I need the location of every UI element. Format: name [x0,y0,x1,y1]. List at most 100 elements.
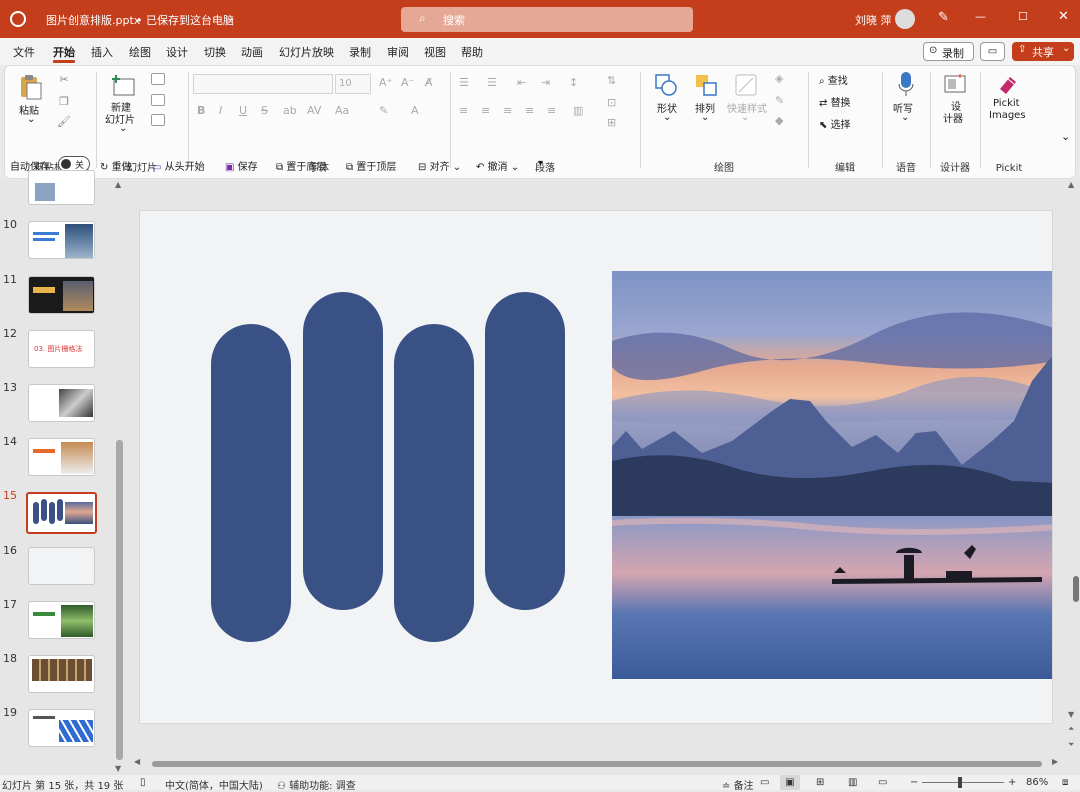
record-button[interactable]: ⊙ 录制 [923,42,974,61]
tab-draw[interactable]: 绘图 [129,44,151,60]
slide-thumb-17[interactable] [28,601,95,639]
slide-pill-shape[interactable] [485,292,565,610]
panel-scrollbar-thumb[interactable] [116,440,123,760]
copy-icon[interactable]: ❐ [57,94,71,108]
bullets-icon[interactable]: ☰ [459,76,469,89]
shapes-icon[interactable] [653,72,679,98]
align-right-icon[interactable]: ≡ [503,104,512,117]
decrease-indent-icon[interactable]: ⇤ [517,76,526,89]
send-to-back-button[interactable]: ⧉ 置于底层 [276,158,326,173]
align-center-icon[interactable]: ≡ [481,104,490,117]
tab-help[interactable]: 帮助 [461,44,483,60]
fit-to-window-icon[interactable]: ⧈ [1062,777,1068,788]
scroll-up-icon[interactable]: ▲ [115,180,121,189]
align-left-icon[interactable]: ≡ [459,104,468,117]
reading-view-icon[interactable]: ▥ [848,777,857,788]
close-icon[interactable]: ✕ [1058,9,1069,24]
chevron-down-icon[interactable]: ⌄ [119,123,127,134]
shrink-font-icon[interactable]: A⁻ [401,76,414,89]
undo-button[interactable]: ↶ 撤消 ⌄ [476,158,519,173]
layout-icon[interactable] [151,73,165,85]
slide-thumb-15-active[interactable] [26,492,97,534]
highlight-icon[interactable]: ✎ [379,104,388,117]
minimize-icon[interactable]: — [975,10,986,23]
slide-thumb-12[interactable]: 03. 图片栅格法 [28,330,95,368]
tab-view[interactable]: 视图 [424,44,446,60]
increase-indent-icon[interactable]: ⇥ [541,76,550,89]
shape-outline-icon[interactable]: ✎ [775,94,784,107]
tab-review[interactable]: 审阅 [387,44,409,60]
slide-thumb-10[interactable] [28,221,95,259]
collapse-ribbon-icon[interactable]: ⌄ [1061,130,1070,143]
editor-vscrollbar-thumb[interactable] [1073,576,1079,602]
zoom-in-icon[interactable]: + [1008,777,1016,788]
columns-icon[interactable]: ▥ [573,104,583,117]
slide-thumb-11[interactable] [28,276,95,314]
slide-pill-shape[interactable] [394,324,474,642]
char-spacing-icon[interactable]: AV [307,104,321,117]
tab-animations[interactable]: 动画 [241,44,263,60]
zoom-slider[interactable] [922,777,1004,788]
shape-effects-icon[interactable]: ◆ [775,114,783,127]
reset-icon[interactable] [151,94,165,106]
landscape-photo[interactable] [612,271,1052,679]
align-button[interactable]: ⊟ 对齐 ⌄ [418,158,461,173]
search-box[interactable]: ⌕ 搜索 [401,7,693,32]
slide-pill-shape[interactable] [211,324,291,642]
microphone-icon[interactable] [895,70,917,98]
scroll-down-icon[interactable]: ▼ [115,764,121,773]
normal-view-icon[interactable]: ▣ [780,775,800,790]
chevron-down-icon[interactable]: ⌄ [701,112,709,123]
grow-font-icon[interactable]: A⁺ [379,76,392,89]
pen-icon[interactable]: ✎ [938,10,949,25]
user-name[interactable]: 刘晓 萍 [855,12,892,28]
zoom-slider-thumb[interactable] [958,777,962,788]
designer-label-2[interactable]: 计器 [943,110,963,125]
line-spacing-icon[interactable]: ↕ [569,76,578,89]
pickit-icon[interactable] [995,72,1021,96]
zoom-out-icon[interactable]: − [910,777,918,788]
editor-vscroll-up-icon[interactable]: ▲ [1068,180,1074,189]
slide-thumb-16[interactable] [28,547,95,585]
text-direction-icon[interactable]: ⇅ [607,74,616,87]
tab-file[interactable]: 文件 [13,44,35,60]
arrange-icon[interactable] [693,72,719,98]
new-slide-icon[interactable] [109,72,137,100]
select-button[interactable]: ⬉ 选择 [819,116,851,131]
chevron-down-icon[interactable]: ⌄ [27,114,35,125]
share-button[interactable]: ⇪ 共享 ⌄ [1012,42,1074,61]
comments-button[interactable]: ▭ [980,42,1005,61]
shape-fill-icon[interactable]: ◈ [775,72,783,85]
tab-home[interactable]: 开始 [53,44,75,60]
bring-to-front-button[interactable]: ⧉ 置于顶层 [346,158,396,173]
section-icon[interactable] [151,114,165,126]
comments-icon[interactable]: ▭ [760,777,769,788]
format-painter-icon[interactable]: 🖌 [57,114,71,128]
find-button[interactable]: ⌕ 查找 [819,72,848,87]
underline-icon[interactable]: U [239,104,247,117]
justify-icon[interactable]: ≡ [525,104,534,117]
distributed-icon[interactable]: ≡ [547,104,556,117]
avatar[interactable] [895,9,915,29]
slide-canvas[interactable] [139,210,1053,724]
spellcheck-icon[interactable]: ▯ [140,777,146,788]
slide-thumb-13[interactable] [28,384,95,422]
tab-transitions[interactable]: 切换 [204,44,226,60]
maximize-icon[interactable]: ☐ [1018,10,1028,23]
next-slide-icon[interactable]: ⏷ [1068,740,1074,750]
slide-thumb-14[interactable] [28,438,95,476]
save-button[interactable]: ▣ 保存 [225,158,258,173]
prev-slide-icon[interactable]: ⏶ [1068,724,1074,734]
font-name-select[interactable] [193,74,333,94]
slide-thumb-9[interactable] [28,170,95,205]
zoom-level[interactable]: 86% [1026,777,1048,788]
shadow-icon[interactable]: ab [283,104,297,117]
pickit-label-2[interactable]: Images [989,110,1026,121]
font-color-icon[interactable]: A [411,104,419,117]
clear-format-icon[interactable]: A̸ [425,76,433,89]
tab-insert[interactable]: 插入 [91,44,113,60]
tab-slideshow[interactable]: 幻灯片放映 [279,44,334,60]
chevron-down-icon[interactable]: ⌄ [901,112,909,123]
tab-design[interactable]: 设计 [166,44,188,60]
slide-sorter-icon[interactable]: ⊞ [816,777,824,788]
